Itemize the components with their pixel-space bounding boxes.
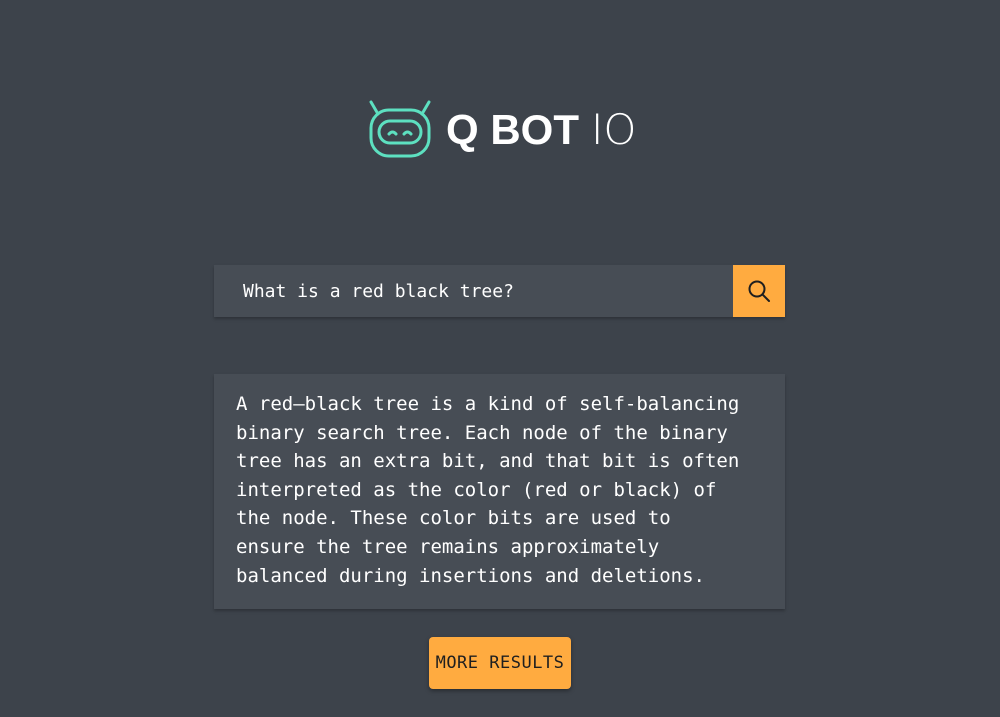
brand-suffix: IO bbox=[591, 105, 637, 154]
brand-name: Q BOT bbox=[446, 106, 579, 153]
search-button[interactable] bbox=[733, 265, 785, 317]
search-bar bbox=[214, 265, 785, 317]
search-icon bbox=[748, 280, 770, 302]
more-results-button[interactable]: MORE RESULTS bbox=[429, 637, 571, 689]
brand-wordmark: Q BOT IO bbox=[446, 98, 636, 162]
robot-icon bbox=[369, 100, 431, 158]
answer-box: A red–black tree is a kind of self-balan… bbox=[214, 374, 785, 609]
logo: Q BOT IO bbox=[368, 98, 636, 162]
search-input[interactable] bbox=[214, 265, 733, 317]
